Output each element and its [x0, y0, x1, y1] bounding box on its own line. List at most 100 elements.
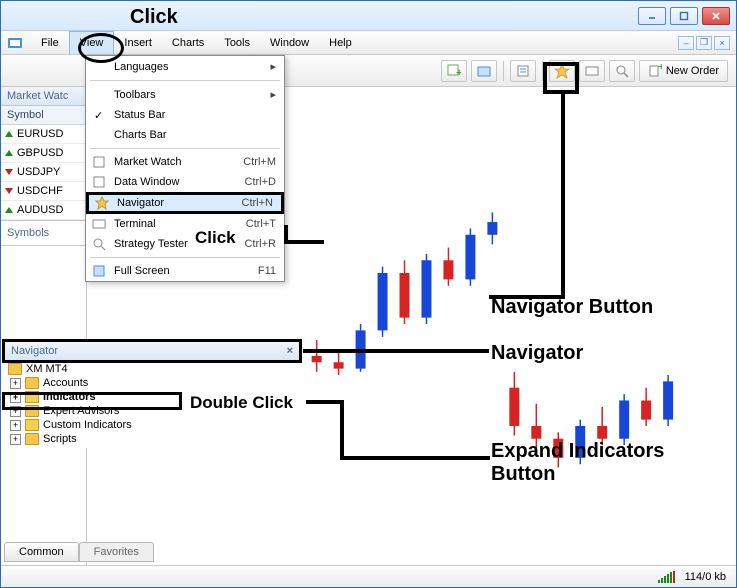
mw-row-eurusd[interactable]: EURUSD	[1, 125, 86, 144]
tree-label: Custom Indicators	[43, 419, 132, 431]
menu-charts-bar[interactable]: Charts Bar	[86, 125, 284, 145]
maximize-button[interactable]	[670, 7, 698, 25]
toolbar-sep	[503, 61, 504, 81]
ann-line-navigator	[303, 349, 489, 353]
mw-row-usdjpy[interactable]: USDJPY	[1, 163, 86, 182]
menu-label: Toolbars	[114, 89, 156, 101]
menu-status-bar[interactable]: Status Bar	[86, 105, 284, 125]
ann-navigator-button: Navigator Button	[491, 296, 653, 319]
fullscreen-icon	[90, 263, 108, 279]
mw-sym: GBPUSD	[17, 147, 63, 159]
expand-toggle[interactable]: +	[10, 420, 21, 431]
ann-line-navbtn	[561, 94, 565, 299]
menu-help[interactable]: Help	[319, 31, 362, 54]
down-arrow-icon	[5, 188, 13, 194]
tree-label: XM MT4	[26, 363, 68, 375]
menu-strategy-tester[interactable]: Strategy Tester Ctrl+R	[86, 234, 284, 254]
left-column: Market Watc Symbol EURUSD GBPUSD USDJPY …	[1, 87, 87, 565]
view-dropdown: Languages Toolbars Status Bar Charts Bar…	[85, 55, 285, 282]
menu-label: Full Screen	[114, 265, 170, 277]
menu-label: Strategy Tester	[114, 238, 188, 250]
ann-line-menu-nav-h	[284, 240, 324, 244]
up-arrow-icon	[5, 207, 13, 213]
tab-favorites[interactable]: Favorites	[79, 542, 154, 562]
menu-sep	[90, 80, 280, 81]
mw-row-gbpusd[interactable]: GBPUSD	[1, 144, 86, 163]
data-window-icon	[90, 174, 108, 190]
tree-root[interactable]: XM MT4	[8, 362, 285, 376]
terminal-button[interactable]	[579, 60, 605, 82]
terminal-icon	[90, 216, 108, 232]
menu-label: Charts Bar	[114, 129, 167, 141]
mdi-minimize[interactable]: –	[678, 36, 694, 50]
expand-toggle[interactable]: +	[10, 434, 21, 445]
new-order-label: New Order	[666, 65, 719, 77]
strategy-tester-button[interactable]	[609, 60, 635, 82]
menu-navigator[interactable]: NavigatorCtrl+N	[86, 192, 284, 214]
menu-market-watch[interactable]: Market WatchCtrl+M	[86, 152, 284, 172]
market-watch-title: Market Watc	[1, 87, 86, 106]
tree-scripts[interactable]: +Scripts	[8, 432, 285, 446]
symbols-label[interactable]: Symbols	[1, 220, 86, 246]
up-arrow-icon	[5, 150, 13, 156]
ann-expand-indicators: Expand Indicators Button	[491, 440, 664, 486]
tree-accounts[interactable]: + Accounts	[8, 376, 285, 390]
new-chart-button[interactable]: +	[441, 60, 467, 82]
mdi-close[interactable]: ×	[714, 36, 730, 50]
app-icon	[5, 31, 25, 54]
menu-charts[interactable]: Charts	[162, 31, 214, 54]
ann-double-click: Double Click	[190, 393, 293, 413]
profiles-button[interactable]	[471, 60, 497, 82]
down-arrow-icon	[5, 169, 13, 175]
menu-toolbars[interactable]: Toolbars	[86, 84, 284, 105]
mw-row-usdchf[interactable]: USDCHF	[1, 182, 86, 201]
shortcut: Ctrl+R	[245, 238, 276, 250]
navigator-button-highlight	[543, 62, 579, 94]
tester-icon	[90, 236, 108, 252]
mw-sym: USDJPY	[17, 166, 60, 178]
market-watch-list: EURUSD GBPUSD USDJPY USDCHF AUDUSD	[1, 125, 86, 220]
new-order-icon: +	[648, 64, 662, 78]
market-watch-icon	[90, 154, 108, 170]
mdi-restore[interactable]: ❐	[696, 36, 712, 50]
mw-sym: AUDUSD	[17, 204, 63, 216]
mdi-child-controls: – ❐ ×	[678, 31, 736, 54]
mw-sym: EURUSD	[17, 128, 63, 140]
menu-data-window[interactable]: Data WindowCtrl+D	[86, 172, 284, 192]
shortcut: Ctrl+T	[246, 218, 276, 230]
fx-icon	[25, 419, 39, 431]
market-watch-button[interactable]	[510, 60, 536, 82]
market-watch-header: Symbol	[1, 106, 86, 125]
folder-icon	[25, 433, 39, 445]
menu-label: Terminal	[114, 218, 156, 230]
svg-text:+: +	[456, 67, 461, 78]
ann-navigator: Navigator	[491, 342, 583, 365]
menu-window[interactable]: Window	[260, 31, 319, 54]
menu-full-screen[interactable]: Full Screen F11	[86, 261, 284, 281]
tab-common[interactable]: Common	[4, 542, 79, 562]
menu-sep	[90, 257, 280, 258]
close-button[interactable]	[702, 7, 730, 25]
menu-label: Navigator	[117, 197, 164, 209]
view-menu-highlight	[78, 33, 124, 63]
tree-label: Accounts	[43, 377, 88, 389]
folder-icon	[25, 377, 39, 389]
navigator-close-icon[interactable]: ×	[287, 345, 293, 357]
shortcut: Ctrl+M	[243, 156, 276, 168]
ann-line-indic-h2	[340, 456, 490, 460]
minimize-button[interactable]	[638, 7, 666, 25]
new-order-button[interactable]: + New Order	[639, 60, 728, 82]
menu-tools[interactable]: Tools	[214, 31, 260, 54]
up-arrow-icon	[5, 131, 13, 137]
tree-custom-indicators[interactable]: + Custom Indicators	[8, 418, 285, 432]
navigator-panel-highlight: Navigator ×	[2, 339, 302, 363]
ann-click-top: Click	[130, 6, 178, 29]
mw-row-audusd[interactable]: AUDUSD	[1, 201, 86, 220]
shortcut: F11	[258, 265, 276, 277]
expand-toggle[interactable]: +	[10, 378, 21, 389]
ann-line-indic-v	[340, 400, 344, 460]
navigator-title-bar: Navigator ×	[5, 342, 299, 360]
menu-file[interactable]: File	[31, 31, 69, 54]
titlebar	[1, 1, 736, 31]
menu-terminal[interactable]: Terminal Ctrl+T	[86, 214, 284, 234]
